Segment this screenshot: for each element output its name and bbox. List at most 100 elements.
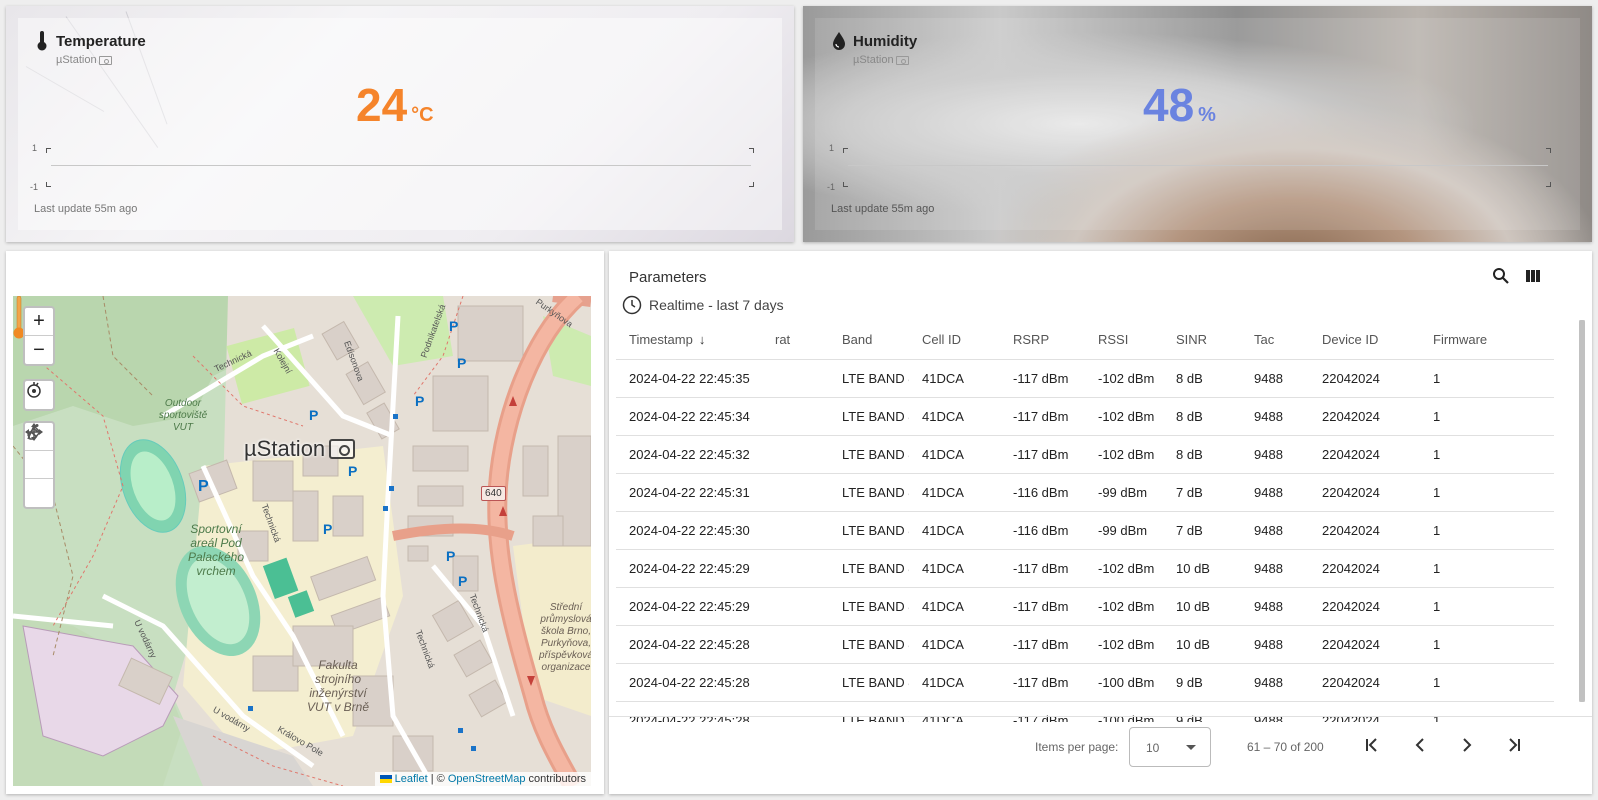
parameters-card: Parameters Realtime - last 7 days Timest… — [609, 251, 1592, 794]
cell-timestamp: 2024-04-22 22:45:29 — [629, 599, 750, 614]
table-row[interactable]: 2024-04-22 22:45:34 LTE BAND 8 41DCA -117 d… — [616, 398, 1554, 436]
column-header-rssi[interactable]: RSSI — [1085, 332, 1163, 347]
paginator: Items per page: 10 61 – 70 of 200 — [609, 716, 1592, 767]
cell-sinr: 8 dB — [1176, 371, 1203, 386]
cell-rssi: -102 dBm — [1098, 561, 1155, 576]
fullscreen-icon[interactable] — [567, 267, 583, 283]
page-size-select[interactable]: 10 — [1129, 727, 1211, 767]
page-range-label: 61 – 70 of 200 — [1247, 740, 1324, 754]
osm-link[interactable]: OpenStreetMap — [448, 773, 526, 785]
attribution-suffix: contributors — [525, 773, 586, 785]
cell-rssi: -102 dBm — [1098, 637, 1155, 652]
cell-cell-id: 41DCA — [922, 485, 964, 500]
cell-firmware: 1 — [1433, 485, 1441, 500]
last-update-text: Last update 55m ago — [34, 203, 138, 215]
cell-sinr: 8 dB — [1176, 447, 1203, 462]
cell-band: LTE BAND 8 — [842, 675, 909, 690]
cell-tac: 9488 — [1254, 675, 1283, 690]
zoom-in-icon[interactable]: + — [25, 308, 53, 336]
column-header-rat[interactable]: rat — [762, 332, 829, 347]
cell-firmware: 1 — [1433, 675, 1441, 690]
radio-icon — [98, 55, 112, 65]
columns-icon[interactable] — [1524, 267, 1542, 285]
card-title: Temperature — [56, 32, 146, 50]
widget-toolbar — [1492, 267, 1574, 285]
table-row[interactable]: 2024-04-22 22:45:35 LTE BAND 8 41DCA -117 d… — [616, 360, 1554, 398]
locate-icon[interactable] — [25, 381, 53, 409]
column-header-cell-id[interactable]: Cell ID — [909, 332, 1000, 347]
svg-text:P: P — [458, 573, 467, 589]
table-row[interactable]: 2024-04-22 22:45:31 LTE BAND 8 41DCA -116 d… — [616, 474, 1554, 512]
card-subtitle: µStation — [853, 54, 909, 66]
cell-tac: 9488 — [1254, 447, 1283, 462]
table-row[interactable]: 2024-04-22 22:45:32 LTE BAND 8 41DCA -117 d… — [616, 436, 1554, 474]
sparkline — [848, 165, 1548, 166]
cell-device-id: 22042024 — [1322, 371, 1380, 386]
table-row[interactable]: 2024-04-22 22:45:29 LTE BAND 8 41DCA -117 d… — [616, 588, 1554, 626]
cell-sinr: 10 dB — [1176, 599, 1210, 614]
cell-timestamp: 2024-04-22 22:45:31 — [629, 485, 750, 500]
cell-cell-id: 41DCA — [922, 409, 964, 424]
column-header-sinr[interactable]: SINR — [1163, 332, 1241, 347]
cell-sinr: 10 dB — [1176, 637, 1210, 652]
svg-text:P: P — [309, 407, 318, 423]
fullscreen-icon[interactable] — [1556, 267, 1574, 285]
spark-corner — [749, 182, 754, 187]
column-header-firmware[interactable]: Firmware — [1420, 332, 1554, 347]
map-attribution: Leaflet | © OpenStreetMap contributors — [374, 772, 591, 786]
column-header-timestamp[interactable]: Timestamp ↓ — [616, 332, 762, 347]
first-page-icon[interactable] — [1361, 734, 1383, 756]
table-scrollbar[interactable] — [1579, 320, 1585, 702]
table-row[interactable]: 2024-04-22 22:45:28 LTE BAND 8 41DCA -117 d… — [616, 664, 1554, 702]
move-icon[interactable] — [25, 423, 53, 479]
map-view[interactable]: P P P P P P P P P Outdoor sportoviště VU… — [13, 296, 591, 786]
parameters-table: Timestamp ↓ rat Band Cell ID RSRP RSSI SI… — [616, 320, 1554, 722]
column-header-rsrp[interactable]: RSRP — [1000, 332, 1085, 347]
value-unit: °C — [411, 104, 434, 126]
cell-tac: 9488 — [1254, 409, 1283, 424]
svg-text:P: P — [415, 393, 424, 409]
timewindow-selector[interactable]: Realtime - last 7 days — [622, 295, 784, 315]
sort-desc-icon: ↓ — [698, 332, 706, 347]
map-card: P P P P P P P P P Outdoor sportoviště VU… — [6, 251, 604, 794]
cell-tac: 9488 — [1254, 523, 1283, 538]
erase-icon[interactable] — [25, 425, 53, 507]
prev-page-icon[interactable] — [1409, 734, 1431, 756]
humidity-value: 48 % — [1143, 78, 1216, 132]
table-row[interactable]: 2024-04-22 22:45:30 LTE BAND 8 41DCA -116 d… — [616, 512, 1554, 550]
next-page-icon[interactable] — [1456, 734, 1478, 756]
cell-sinr: 9 dB — [1176, 675, 1203, 690]
cell-device-id: 22042024 — [1322, 675, 1380, 690]
cell-tac: 9488 — [1254, 561, 1283, 576]
last-page-icon[interactable] — [1503, 734, 1525, 756]
card-title: Humidity — [853, 32, 918, 50]
map-label: Outdoor sportoviště VUT — [158, 398, 208, 433]
station-marker-label[interactable]: µStation — [244, 436, 356, 462]
scrollbar-thumb[interactable] — [1579, 320, 1585, 702]
cell-band: LTE BAND 8 — [842, 371, 909, 386]
column-header-tac[interactable]: Tac — [1241, 332, 1309, 347]
column-header-band[interactable]: Band — [829, 332, 909, 347]
zoom-out-icon[interactable]: − — [25, 336, 53, 364]
station-name: µStation — [244, 436, 326, 461]
search-icon[interactable] — [1492, 267, 1510, 285]
table-row[interactable]: 2024-04-22 22:45:28 LTE BAND 8 41DCA -117 d… — [616, 626, 1554, 664]
chevron-down-icon — [1186, 745, 1196, 750]
ukraine-flag-icon — [379, 775, 392, 783]
cell-cell-id: 41DCA — [922, 561, 964, 576]
spark-corner — [843, 182, 848, 187]
cell-tac: 9488 — [1254, 485, 1283, 500]
cell-rssi: -99 dBm — [1098, 485, 1148, 500]
cell-rsrp: -117 dBm — [1013, 637, 1069, 652]
cell-band: LTE BAND 8 — [842, 599, 909, 614]
cell-band: LTE BAND 8 — [842, 523, 909, 538]
card-header: Humidity — [831, 30, 917, 52]
leaflet-link[interactable]: Leaflet — [395, 773, 428, 785]
cell-rssi: -102 dBm — [1098, 447, 1155, 462]
spark-corner — [46, 182, 51, 187]
column-header-device-id[interactable]: Device ID — [1309, 332, 1420, 347]
page-size-value: 10 — [1146, 741, 1160, 755]
items-per-page-label: Items per page: — [1035, 740, 1119, 754]
table-row[interactable]: 2024-04-22 22:45:29 LTE BAND 8 41DCA -117 d… — [616, 550, 1554, 588]
cell-rsrp: -117 dBm — [1013, 371, 1069, 386]
